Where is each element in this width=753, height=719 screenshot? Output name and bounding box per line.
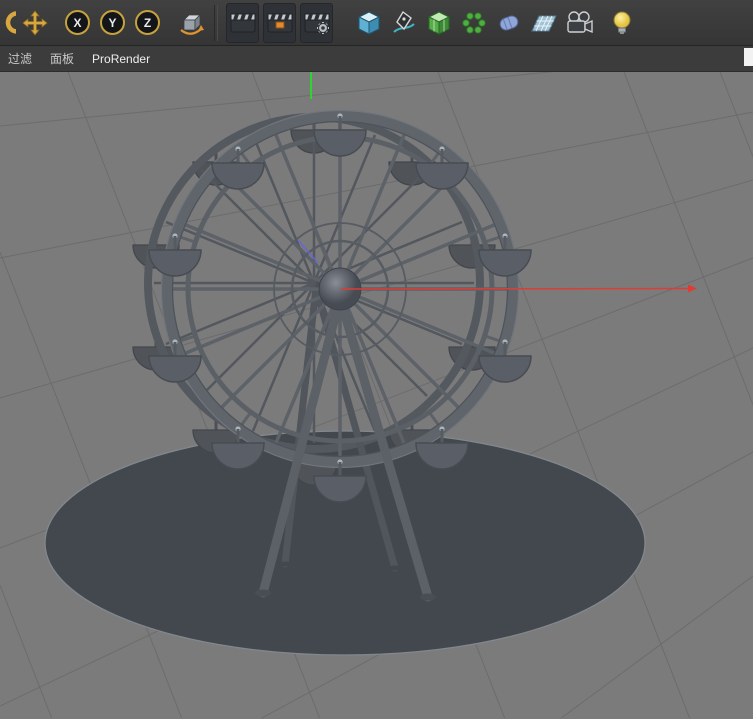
axis-y-label: Y: [100, 10, 125, 35]
render-view-icon: [230, 13, 255, 32]
floor-grid-button[interactable]: [527, 3, 560, 43]
viewport-menubar: 过滤 面板 ProRender: [0, 46, 753, 72]
coordinate-system-button[interactable]: [174, 3, 207, 43]
subdivision-surface-button[interactable]: [422, 3, 455, 43]
axis-z-toggle[interactable]: Z: [131, 3, 164, 43]
render-settings-button[interactable]: [300, 2, 333, 43]
axis-x-handle[interactable]: [340, 287, 689, 290]
render-settings-icon: [304, 13, 329, 34]
menu-item-prorender[interactable]: ProRender: [92, 52, 150, 66]
deformer-button[interactable]: [492, 3, 525, 43]
render-picture-viewer-button[interactable]: [263, 2, 296, 43]
axis-x-toggle[interactable]: X: [61, 3, 94, 43]
front-foot-left: [255, 589, 271, 597]
add-primitive-cube-icon: [357, 10, 380, 35]
axis-x-arrow[interactable]: [688, 284, 697, 293]
render-view-button[interactable]: [226, 2, 259, 43]
scrollbar-thumb[interactable]: [744, 48, 753, 66]
render-picture-viewer-icon: [267, 13, 292, 32]
selection-tool-partial-button[interactable]: [2, 3, 16, 43]
viewport[interactable]: [0, 72, 753, 718]
back-foot-right: [389, 565, 401, 571]
move-tool-button[interactable]: [18, 3, 51, 43]
main-toolbar: X Y Z: [0, 0, 753, 46]
axis-x-label: X: [65, 10, 90, 35]
light-icon: [613, 11, 630, 34]
camera-icon: [566, 10, 593, 33]
array-object-icon: [461, 11, 486, 34]
floor-grid-icon: [530, 15, 557, 31]
camera-button[interactable]: [562, 3, 595, 43]
back-foot-left: [279, 561, 291, 567]
scene-canvas[interactable]: [0, 72, 753, 718]
menu-item-filter[interactable]: 过滤: [8, 50, 32, 67]
spline-pen-icon: [392, 10, 415, 33]
cinema4d-window: X Y Z 过滤 面板 ProRender: [0, 0, 753, 719]
axis-z-label: Z: [135, 10, 160, 35]
spline-pen-button[interactable]: [387, 3, 420, 43]
move-tool-icon: [21, 9, 48, 36]
toolbar-separator: [214, 4, 218, 41]
subdivision-surface-icon: [427, 10, 450, 35]
selection-tool-partial-icon: [5, 10, 16, 34]
light-button[interactable]: [605, 3, 638, 43]
coordinate-system-icon: [179, 13, 204, 35]
deformer-icon: [499, 14, 518, 31]
menu-item-panel[interactable]: 面板: [50, 50, 74, 67]
axis-y-toggle[interactable]: Y: [96, 3, 129, 43]
add-primitive-button[interactable]: [352, 3, 385, 43]
array-object-button[interactable]: [457, 3, 490, 43]
front-foot-right: [420, 593, 436, 601]
